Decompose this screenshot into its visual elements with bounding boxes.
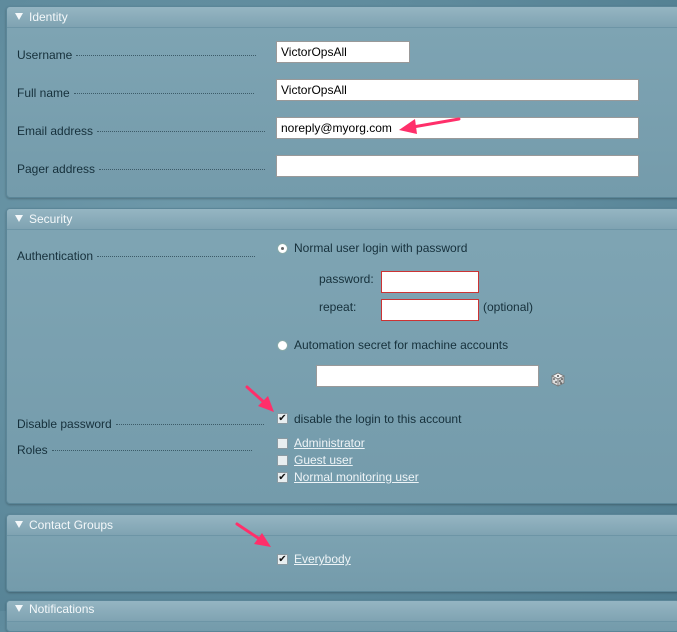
- role-monitoring-checkbox[interactable]: ✔: [277, 472, 288, 483]
- username-label: Username: [17, 48, 265, 62]
- collapse-triangle-icon: [15, 605, 23, 613]
- identity-title: Identity: [29, 10, 68, 24]
- role-monitoring-link[interactable]: Normal monitoring user: [294, 470, 419, 484]
- everybody-link[interactable]: Everybody: [294, 552, 351, 566]
- identity-section: Identity Username Full name Email addres…: [6, 6, 677, 198]
- password-input[interactable]: [381, 271, 479, 293]
- contact-groups-section: Contact Groups ✔ Everybody: [6, 514, 677, 592]
- security-title: Security: [29, 212, 73, 226]
- repeat-password-input[interactable]: [381, 299, 479, 321]
- pager-input[interactable]: [276, 155, 639, 177]
- repeat-label: repeat:: [319, 300, 357, 314]
- optional-hint: (optional): [483, 300, 534, 314]
- identity-header[interactable]: Identity: [7, 7, 677, 28]
- contact-groups-header[interactable]: Contact Groups: [7, 515, 677, 536]
- everybody-checkbox[interactable]: ✔: [277, 554, 288, 565]
- fullname-label: Full name: [17, 86, 265, 100]
- dice-icon[interactable]: [549, 370, 567, 388]
- annotation-arrow-icon: [235, 522, 271, 547]
- email-label: Email address: [17, 124, 265, 138]
- automation-text: Automation secret for machine accounts: [294, 338, 509, 352]
- fullname-input[interactable]: [276, 79, 639, 101]
- notifications-header[interactable]: Notifications: [7, 601, 677, 622]
- role-guest-link[interactable]: Guest user: [294, 453, 353, 467]
- pager-label: Pager address: [17, 162, 265, 176]
- collapse-triangle-icon: [15, 13, 23, 21]
- collapse-triangle-icon: [15, 215, 23, 223]
- username-input[interactable]: [276, 41, 410, 63]
- security-header[interactable]: Security: [7, 209, 677, 230]
- normal-login-radio[interactable]: [277, 243, 288, 254]
- annotation-arrow-icon: [399, 117, 461, 134]
- security-section: Security Authentication Normal user logi…: [6, 208, 677, 504]
- role-administrator-link[interactable]: Administrator: [294, 436, 365, 450]
- disable-login-text: disable the login to this account: [294, 412, 462, 426]
- role-guest-checkbox[interactable]: [277, 455, 288, 466]
- collapse-triangle-icon: [15, 521, 23, 529]
- roles-label: Roles: [17, 443, 265, 457]
- password-label: password:: [319, 272, 374, 286]
- disable-login-checkbox[interactable]: ✔: [277, 413, 288, 424]
- authentication-label: Authentication: [17, 249, 265, 263]
- contact-groups-title: Contact Groups: [29, 518, 114, 532]
- automation-secret-input[interactable]: [316, 365, 539, 387]
- automation-radio[interactable]: [277, 340, 288, 351]
- notifications-section: Notifications: [6, 600, 677, 632]
- notifications-title: Notifications: [29, 602, 95, 616]
- annotation-arrow-icon: [245, 385, 274, 412]
- role-administrator-checkbox[interactable]: [277, 438, 288, 449]
- disable-password-label: Disable password: [17, 417, 265, 431]
- normal-login-text: Normal user login with password: [294, 241, 468, 255]
